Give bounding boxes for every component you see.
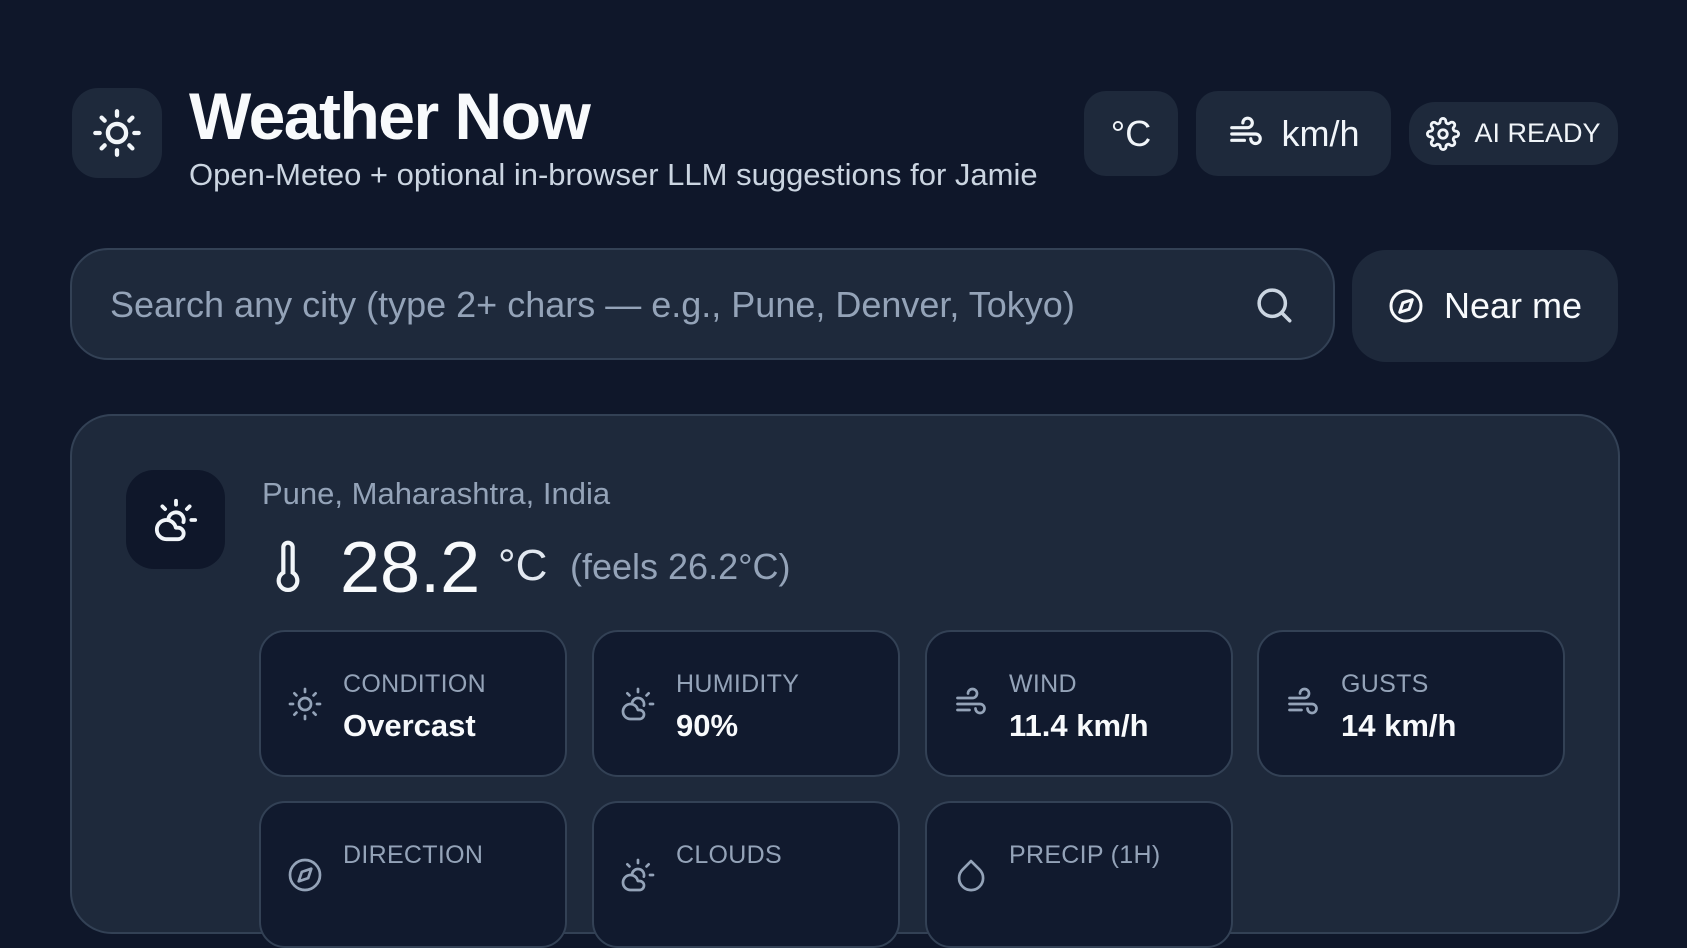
current-temperature: 28.2 (340, 528, 481, 608)
temperature-unit-toggle[interactable]: °C (1084, 91, 1178, 176)
stat-humidity: HUMIDITY 90% (592, 630, 900, 777)
wind-unit-toggle[interactable]: km/h (1196, 91, 1391, 176)
cloud-sun-icon (621, 687, 655, 721)
near-me-label: Near me (1443, 285, 1583, 326)
cloud-sun-icon (621, 858, 655, 892)
gear-icon (1426, 116, 1461, 151)
thermometer-icon (272, 538, 304, 594)
search-icon[interactable] (1253, 284, 1295, 326)
stat-value: 90% (676, 708, 739, 743)
stat-value: 14 km/h (1341, 708, 1457, 743)
sun-icon (93, 109, 141, 157)
stat-value: 11.4 km/h (1009, 708, 1149, 743)
stat-label: GUSTS (1341, 670, 1429, 698)
ai-status-button[interactable]: AI READY (1409, 102, 1618, 165)
stat-label: HUMIDITY (676, 670, 800, 698)
city-search-input[interactable] (108, 250, 1212, 360)
near-me-button[interactable]: Near me (1352, 250, 1618, 362)
wind-icon (1288, 687, 1318, 715)
stat-label: DIRECTION (343, 841, 484, 869)
stat-condition: CONDITION Overcast (259, 630, 567, 777)
wind-icon (1230, 116, 1263, 145)
app-subtitle: Open-Meteo + optional in-browser LLM sug… (189, 157, 1038, 192)
wind-unit-label: km/h (1281, 112, 1360, 154)
location-name: Pune, Maharashtra, India (262, 476, 611, 511)
condition-icon-tile (126, 470, 225, 569)
droplet-icon (957, 859, 985, 892)
app-title: Weather Now (189, 79, 591, 153)
sun-icon (288, 687, 322, 721)
feels-like-temperature: (feels 26.2°C) (570, 546, 791, 587)
temperature-unit-label: °C (1110, 112, 1152, 154)
stat-value: Overcast (343, 708, 476, 743)
stat-label: PRECIP (1H) (1009, 841, 1161, 869)
stat-label: CLOUDS (676, 841, 782, 869)
wind-icon (956, 687, 986, 715)
stat-label: WIND (1009, 670, 1077, 698)
stat-label: CONDITION (343, 670, 486, 698)
compass-icon (288, 858, 322, 892)
city-search-box (70, 248, 1335, 360)
stat-gusts: GUSTS 14 km/h (1257, 630, 1565, 777)
temperature-unit: °C (498, 541, 548, 590)
app-logo (72, 88, 162, 178)
compass-icon (1389, 289, 1423, 323)
ai-status-label: AI READY (1474, 118, 1601, 148)
partly-cloudy-sun-icon (154, 498, 197, 541)
stat-wind: WIND 11.4 km/h (925, 630, 1233, 777)
